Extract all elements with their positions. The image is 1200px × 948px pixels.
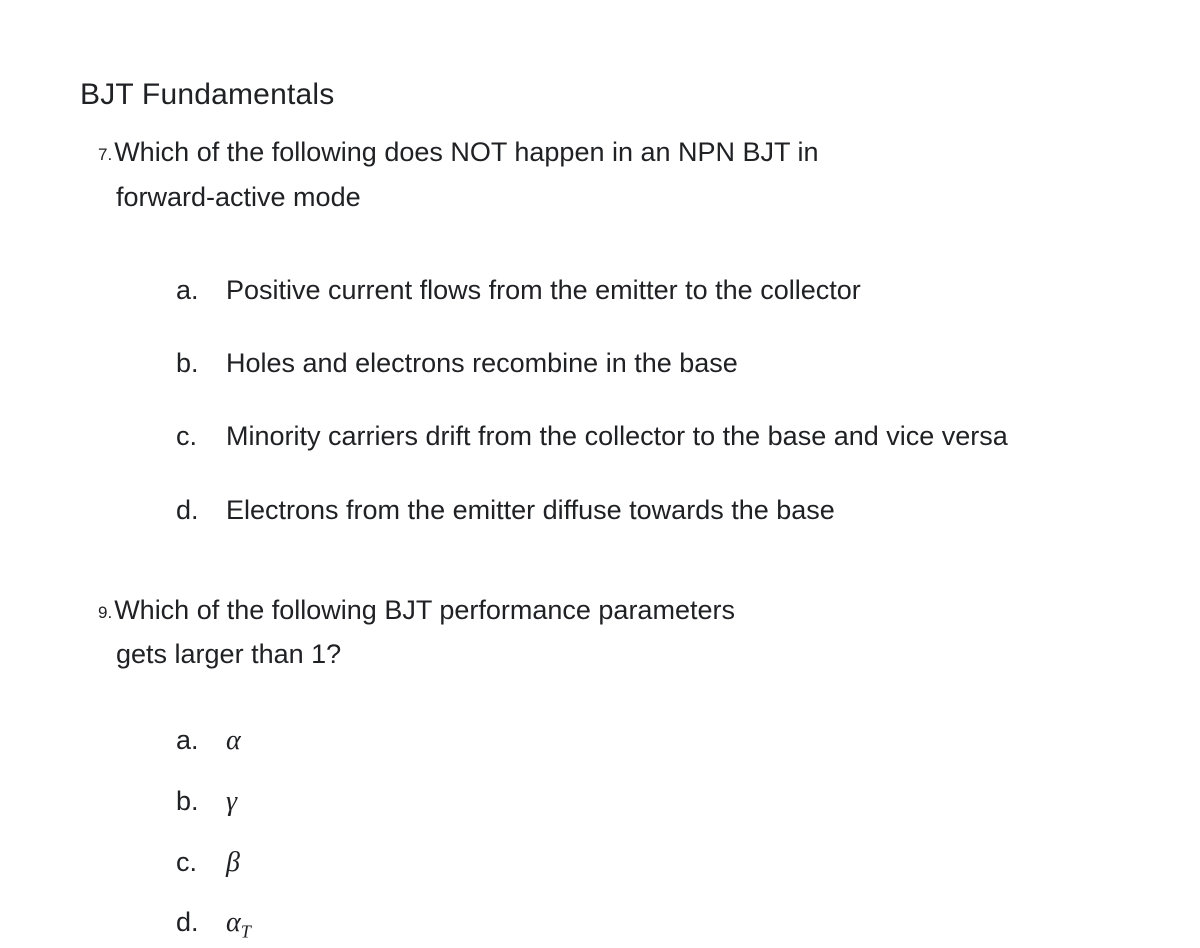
question-9-stem-line2: gets larger than 1? — [116, 632, 1120, 677]
option-label: b. — [176, 342, 226, 385]
option-text: Minority carriers drift from the collect… — [226, 415, 1008, 458]
question-text: Which of the following does NOT happen i… — [114, 130, 818, 175]
option-symbol: β — [226, 841, 240, 886]
question-7-stem-line1: 7. Which of the following does NOT happe… — [98, 130, 1120, 175]
question-9-stem-line1: 9. Which of the following BJT performanc… — [98, 588, 1120, 633]
question-9: 9. Which of the following BJT performanc… — [98, 588, 1120, 947]
option-label: c. — [176, 841, 226, 884]
option-d: d. αT — [176, 901, 1120, 947]
option-d: d. Electrons from the emitter diffuse to… — [176, 489, 1120, 532]
option-c: c. Minority carriers drift from the coll… — [176, 415, 1120, 458]
question-7: 7. Which of the following does NOT happe… — [98, 130, 1120, 532]
question-text: Which of the following BJT performance p… — [114, 588, 735, 633]
option-label: d. — [176, 901, 226, 944]
option-symbol: αT — [226, 901, 251, 947]
option-b: b. Holes and electrons recombine in the … — [176, 342, 1120, 385]
option-text: Electrons from the emitter diffuse towar… — [226, 489, 835, 532]
option-b: b. γ — [176, 780, 1120, 825]
option-a: a. α — [176, 719, 1120, 764]
option-text: Positive current flows from the emitter … — [226, 269, 861, 312]
option-label: c. — [176, 415, 226, 458]
option-text: Holes and electrons recombine in the bas… — [226, 342, 738, 385]
option-label: b. — [176, 780, 226, 823]
option-label: a. — [176, 269, 226, 312]
question-number: 9. — [98, 599, 112, 627]
option-label: d. — [176, 489, 226, 532]
question-number: 7. — [98, 141, 112, 169]
option-c: c. β — [176, 841, 1120, 886]
section-title: BJT Fundamentals — [80, 78, 1120, 112]
question-7-stem-line2: forward-active mode — [116, 175, 1120, 220]
option-label: a. — [176, 719, 226, 762]
option-a: a. Positive current flows from the emitt… — [176, 269, 1120, 312]
question-7-options: a. Positive current flows from the emitt… — [176, 269, 1120, 532]
question-9-options: a. α b. γ c. β d. αT — [176, 719, 1120, 947]
option-symbol: γ — [226, 780, 237, 825]
document-page: BJT Fundamentals 7. Which of the followi… — [0, 0, 1200, 947]
option-symbol: α — [226, 719, 241, 764]
